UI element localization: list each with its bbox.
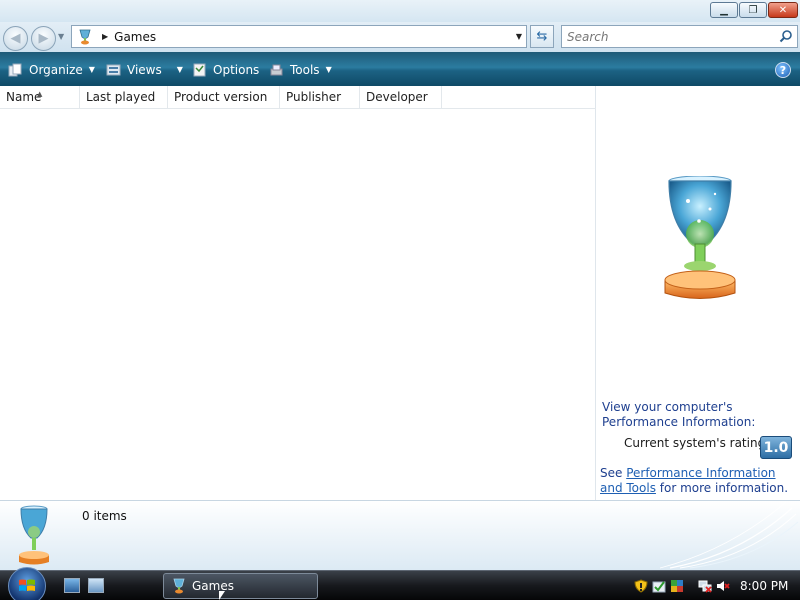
- tools-icon: [269, 63, 284, 77]
- views-label: Views: [127, 62, 162, 77]
- sort-ascending-icon: ▲: [37, 90, 43, 98]
- refresh-button[interactable]: ⇆: [530, 25, 554, 48]
- organize-icon: [8, 63, 23, 77]
- clock[interactable]: 8:00 PM: [740, 579, 788, 593]
- taskbar: Games 8:00 PM: [0, 567, 800, 600]
- action-center-icon[interactable]: [670, 579, 684, 593]
- minimize-button[interactable]: ▁: [710, 2, 738, 18]
- forward-arrow-icon: ▶: [38, 31, 49, 46]
- performance-info-text: View your computer's Performance Informa…: [602, 400, 756, 429]
- show-desktop-icon[interactable]: [64, 578, 80, 593]
- address-bar[interactable]: ▶ Games ▼: [71, 25, 527, 48]
- file-list[interactable]: ▲ Name Last played Product version Publi…: [0, 86, 596, 500]
- taskbar-games-button[interactable]: Games: [163, 573, 318, 599]
- system-rating-badge[interactable]: 1.0: [760, 436, 792, 459]
- forward-button[interactable]: ▶: [31, 26, 56, 51]
- taskbar-trophy-icon: [173, 578, 185, 594]
- back-arrow-icon: ◀: [10, 31, 21, 46]
- address-row: ◀ ▶ ▼ ▶ Games ▼ ⇆: [0, 22, 800, 52]
- close-button[interactable]: ✕: [768, 2, 798, 18]
- taskbar-games-label: Games: [192, 579, 234, 593]
- column-header-developer[interactable]: Developer: [360, 86, 442, 109]
- volume-muted-icon[interactable]: [716, 579, 730, 593]
- breadcrumb-separator-icon[interactable]: ▶: [102, 32, 108, 41]
- tools-label: Tools: [290, 62, 320, 77]
- organize-chevron-icon: ▼: [88, 65, 95, 74]
- organize-label: Organize: [29, 62, 83, 77]
- trophy-icon: [76, 28, 94, 46]
- views-button[interactable]: Views ▼: [106, 61, 183, 78]
- search-input[interactable]: [562, 26, 762, 47]
- tools-button[interactable]: Tools ▼: [269, 61, 332, 78]
- views-icon: [106, 63, 121, 77]
- maximize-icon: ❐: [748, 4, 758, 16]
- switch-windows-icon[interactable]: [88, 578, 104, 593]
- back-button[interactable]: ◀: [3, 26, 28, 51]
- column-headers: ▲ Name Last played Product version Publi…: [0, 86, 596, 109]
- command-bar: Organize ▼ Views ▼ Options Tools ▼: [0, 52, 800, 86]
- status-trophy-icon: [19, 505, 49, 565]
- games-trophy-icon: [664, 176, 736, 299]
- options-button[interactable]: Options: [192, 61, 259, 78]
- search-box[interactable]: [561, 25, 798, 48]
- recent-pages-dropdown[interactable]: ▼: [58, 32, 64, 41]
- decorative-swoosh: [660, 501, 799, 569]
- system-tray: 8:00 PM: [632, 571, 800, 600]
- column-header-product-version[interactable]: Product version: [168, 86, 280, 109]
- options-label: Options: [213, 62, 260, 77]
- address-dropdown-icon[interactable]: ▼: [516, 32, 522, 41]
- windows-logo-icon: [19, 579, 35, 591]
- system-rating-label: Current system's rating:: [624, 436, 770, 450]
- tools-chevron-icon: ▼: [325, 65, 332, 74]
- options-icon: [192, 63, 207, 77]
- column-header-name[interactable]: ▲ Name: [0, 86, 80, 109]
- maximize-button[interactable]: ❐: [739, 2, 767, 18]
- performance-tools-note: See Performance Information and Tools fo…: [600, 466, 789, 495]
- network-disconnected-icon[interactable]: [698, 579, 712, 593]
- details-pane: View your computer's Performance Informa…: [597, 86, 800, 500]
- mouse-cursor-icon: [219, 591, 225, 600]
- column-header-last-played[interactable]: Last played: [80, 86, 168, 109]
- start-button[interactable]: [8, 567, 46, 600]
- title-bar: ▁ ❐ ✕: [0, 0, 800, 22]
- defender-check-icon[interactable]: [652, 579, 666, 593]
- status-pane: 0 items: [0, 500, 800, 570]
- item-count: 0 items: [82, 509, 127, 523]
- security-shield-icon[interactable]: [634, 579, 648, 593]
- breadcrumb-games[interactable]: Games: [114, 30, 156, 44]
- organize-button[interactable]: Organize ▼: [8, 61, 95, 78]
- minimize-icon: ▁: [720, 4, 728, 16]
- views-chevron-icon: ▼: [176, 65, 183, 74]
- help-icon[interactable]: ?: [775, 62, 791, 78]
- refresh-icon: ⇆: [536, 29, 548, 44]
- close-icon: ✕: [778, 4, 788, 16]
- search-icon[interactable]: [779, 29, 793, 43]
- column-header-publisher[interactable]: Publisher: [280, 86, 360, 109]
